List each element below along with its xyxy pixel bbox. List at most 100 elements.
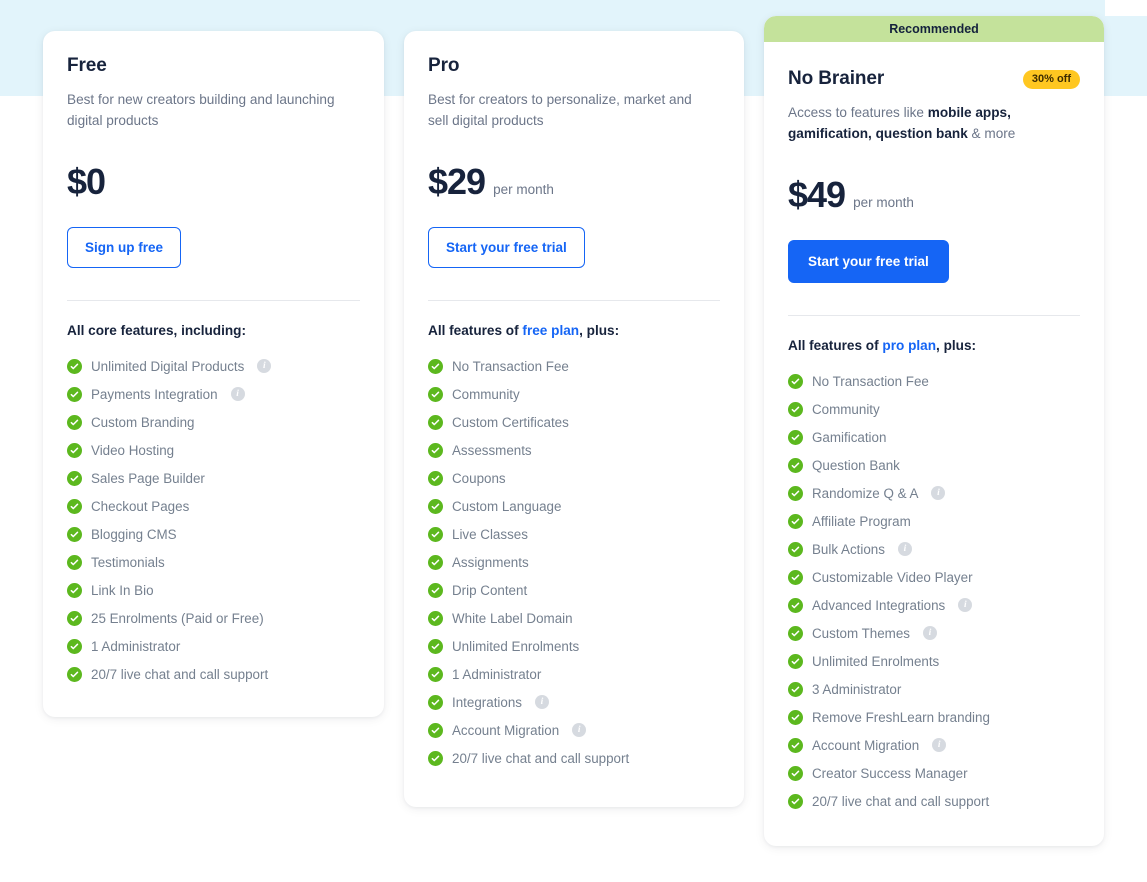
- plan-description-text: Access to features like: [788, 105, 928, 120]
- feature-item: Gamification: [788, 423, 1080, 451]
- check-circle-icon: [428, 386, 443, 402]
- feature-label: Blogging CMS: [91, 526, 177, 542]
- feature-item: No Transaction Fee: [788, 367, 1080, 395]
- features-list-pro: No Transaction Fee Community Custom Certif…: [428, 352, 720, 772]
- check-circle-icon: [788, 709, 803, 725]
- check-circle-icon: [428, 358, 443, 374]
- feature-item: 1 Administrator: [67, 632, 360, 660]
- plan-name-no-brainer: No Brainer: [788, 68, 885, 89]
- feature-item: Randomize Q & A i: [788, 479, 1080, 507]
- start-free-trial-button-pro[interactable]: Start your free trial: [428, 227, 585, 269]
- info-icon[interactable]: i: [230, 387, 245, 402]
- feature-item: Affiliate Program: [788, 507, 1080, 535]
- feature-item: Sales Page Builder: [67, 464, 360, 492]
- feature-label: White Label Domain: [452, 610, 573, 626]
- features-heading-text-free: All core features, including:: [67, 323, 247, 339]
- feature-item: Custom Language: [428, 492, 720, 520]
- info-icon[interactable]: i: [897, 542, 912, 557]
- price-row-pro: $29 per month: [428, 161, 720, 203]
- plan-description-pro: Best for creators to personalize, market…: [428, 92, 692, 129]
- feature-label: Unlimited Enrolments: [812, 653, 940, 669]
- pricing-cards-container: Free Best for new creators building and …: [0, 0, 1147, 882]
- plan-price-free: $0: [67, 161, 106, 203]
- check-circle-icon: [428, 722, 443, 738]
- check-circle-icon: [428, 582, 443, 598]
- pro-plan-link[interactable]: pro plan: [882, 338, 936, 353]
- check-circle-icon: [428, 470, 443, 486]
- feature-label: Custom Certificates: [452, 414, 569, 430]
- start-free-trial-button-no-brainer[interactable]: Start your free trial: [788, 240, 949, 284]
- feature-label: Account Migration: [812, 737, 920, 753]
- check-circle-icon: [428, 526, 443, 542]
- feature-label: No Transaction Fee: [452, 358, 569, 374]
- plan-header-pro: Pro: [428, 55, 720, 77]
- feature-item: Unlimited Enrolments: [428, 632, 720, 660]
- check-circle-icon: [428, 750, 443, 766]
- plan-price-no-brainer: $49: [788, 174, 846, 216]
- card-divider-no-brainer: [788, 315, 1080, 317]
- feature-label: No Transaction Fee: [812, 373, 929, 389]
- feature-label: Testimonials: [91, 554, 165, 570]
- plan-price-pro: $29: [428, 161, 486, 203]
- check-circle-icon: [67, 610, 82, 626]
- feature-item: Link In Bio: [67, 576, 360, 604]
- check-circle-icon: [788, 485, 803, 501]
- check-circle-icon: [67, 666, 82, 682]
- features-heading-suffix-no-brainer: , plus:: [936, 338, 977, 354]
- feature-label: Custom Branding: [91, 414, 195, 430]
- plan-name-pro: Pro: [428, 55, 460, 76]
- features-heading-prefix-pro: All features of: [428, 323, 523, 339]
- check-circle-icon: [67, 442, 82, 458]
- info-icon[interactable]: i: [932, 738, 947, 753]
- check-circle-icon: [788, 541, 803, 557]
- features-heading-no-brainer: All features of pro plan, plus:: [788, 338, 1080, 353]
- feature-label: Live Classes: [452, 526, 528, 542]
- check-circle-icon: [67, 498, 82, 514]
- feature-item: 20/7 live chat and call support: [788, 787, 1080, 815]
- feature-label: Community: [812, 401, 880, 417]
- check-circle-icon: [788, 401, 803, 417]
- info-icon[interactable]: i: [257, 359, 272, 374]
- feature-label: 1 Administrator: [91, 638, 181, 654]
- discount-badge: 30% off: [1022, 69, 1080, 89]
- feature-item: Advanced Integrations i: [788, 591, 1080, 619]
- feature-item: Unlimited Enrolments: [788, 647, 1080, 675]
- feature-label: Account Migration: [452, 722, 560, 738]
- feature-label: Randomize Q & A: [812, 485, 919, 501]
- check-circle-icon: [67, 554, 82, 570]
- feature-label: Custom Language: [452, 498, 562, 514]
- pricing-card-no-brainer: Recommended No Brainer 30% off Access to…: [764, 16, 1104, 846]
- info-icon[interactable]: i: [931, 486, 946, 501]
- check-circle-icon: [428, 442, 443, 458]
- feature-item: Live Classes: [428, 520, 720, 548]
- info-icon[interactable]: i: [922, 626, 937, 641]
- feature-item: Video Hosting: [67, 436, 360, 464]
- pricing-page: Free Best for new creators building and …: [0, 0, 1147, 882]
- feature-item: Customizable Video Player: [788, 563, 1080, 591]
- info-icon[interactable]: i: [572, 723, 587, 738]
- feature-item: Custom Branding: [67, 408, 360, 436]
- free-plan-link[interactable]: free plan: [522, 323, 579, 338]
- signup-free-button[interactable]: Sign up free: [67, 227, 182, 269]
- plan-name-free: Free: [67, 55, 107, 76]
- feature-label: Unlimited Enrolments: [452, 638, 580, 654]
- check-circle-icon: [67, 526, 82, 542]
- feature-item: Payments Integration i: [67, 380, 360, 408]
- feature-item: No Transaction Fee: [428, 352, 720, 380]
- plan-description-text: & more: [967, 126, 1016, 142]
- plan-period-pro: per month: [493, 182, 554, 198]
- info-icon[interactable]: i: [958, 598, 973, 613]
- pricing-card-pro: Pro Best for creators to personalize, ma…: [404, 31, 744, 807]
- check-circle-icon: [788, 569, 803, 585]
- card-divider-free: [67, 300, 360, 302]
- feature-item: Community: [428, 380, 720, 408]
- feature-label: Checkout Pages: [91, 498, 190, 514]
- check-circle-icon: [788, 765, 803, 781]
- feature-label: 25 Enrolments (Paid or Free): [91, 610, 264, 626]
- feature-item: 3 Administrator: [788, 675, 1080, 703]
- info-icon[interactable]: i: [534, 695, 549, 710]
- feature-item: Integrations i: [428, 688, 720, 716]
- feature-item: Custom Certificates: [428, 408, 720, 436]
- check-circle-icon: [67, 638, 82, 654]
- plan-description-free: Best for new creators building and launc…: [67, 92, 335, 129]
